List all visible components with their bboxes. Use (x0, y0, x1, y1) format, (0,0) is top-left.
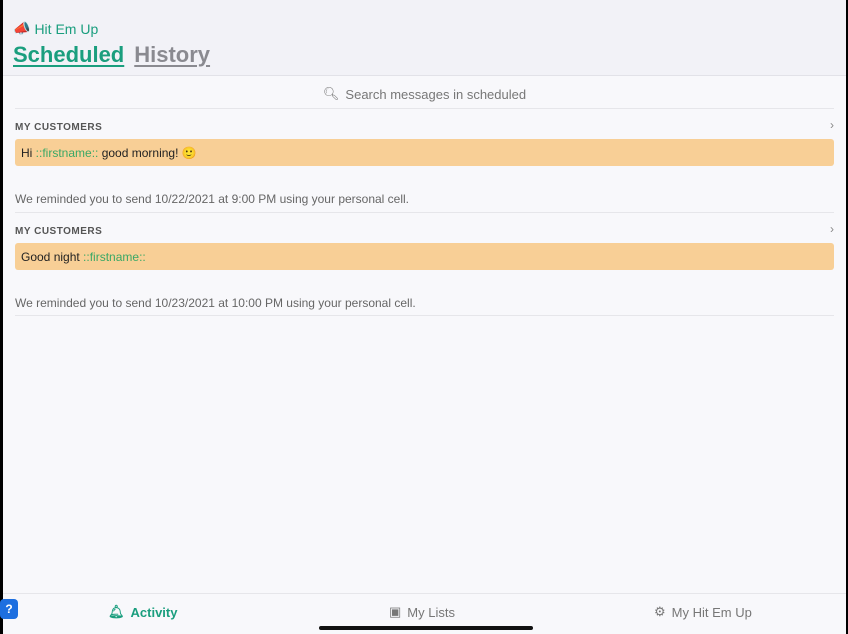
text: Hi (21, 146, 36, 160)
chat-icon: ▣ (389, 604, 402, 619)
nav-label: Activity (130, 604, 178, 620)
reminder-note: We reminded you to send 10/22/2021 at 9:… (15, 192, 410, 206)
search-input[interactable]: 🔍︎ Search messages in scheduled (3, 86, 846, 102)
help-button[interactable]: ? (0, 599, 18, 619)
nav-activity[interactable]: 🔔︎ Activity (108, 604, 177, 620)
group-label: MY CUSTOMERS (15, 122, 103, 133)
screen: 📣 Hit Em Up Scheduled History 🔍︎ Search me… (3, 0, 846, 634)
reminder-note: We reminded you to send 10/23/2021 at 10… (15, 296, 416, 310)
nav-label: My Hit Em Up (671, 604, 752, 620)
divider (15, 108, 834, 109)
app-title: 📣 Hit Em Up (13, 20, 98, 37)
tab-scheduled[interactable]: Scheduled (13, 42, 124, 68)
variable: ::firstname:: (35, 146, 99, 160)
search-placeholder: Search messages in scheduled (345, 86, 527, 102)
divider (15, 315, 834, 316)
text: good morning! 🙂 (98, 146, 197, 160)
message-item[interactable]: MY CUSTOMERS › Good night ::firstname:: … (15, 222, 834, 310)
home-indicator[interactable] (319, 626, 533, 630)
megaphone-icon: 📣 (13, 20, 31, 36)
bell-icon: 🔔︎ (108, 604, 125, 619)
group-label: MY CUSTOMERS (15, 226, 103, 237)
nav-my-lists[interactable]: ▣ My Lists (389, 604, 455, 620)
tab-history[interactable]: History (134, 42, 210, 68)
message-bubble: Good night ::firstname:: (15, 243, 834, 270)
chevron-right-icon[interactable]: › (830, 222, 834, 236)
message-item[interactable]: MY CUSTOMERS › Hi ::firstname:: good mor… (15, 118, 834, 206)
message-bubble: Hi ::firstname:: good morning! 🙂 (15, 139, 834, 166)
divider (15, 212, 834, 213)
header: 📣 Hit Em Up Scheduled History (3, 0, 846, 76)
text: Good night (21, 250, 84, 264)
nav-label: My Lists (407, 604, 455, 620)
chevron-right-icon[interactable]: › (830, 118, 834, 132)
search-icon: 🔍︎ (322, 86, 340, 101)
gear-icon: ⚙ (654, 604, 666, 619)
nav-my-hit-em-up[interactable]: ⚙ My Hit Em Up (654, 604, 752, 620)
app-name: Hit Em Up (34, 20, 99, 37)
variable: ::firstname:: (83, 250, 146, 264)
